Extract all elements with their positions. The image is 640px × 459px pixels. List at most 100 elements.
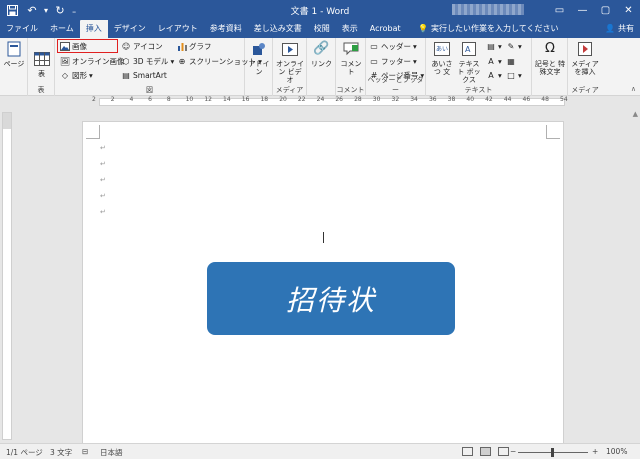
chart-button[interactable]: グラフ xyxy=(177,41,212,52)
read-mode-icon[interactable] xyxy=(462,447,473,456)
scroll-up-icon[interactable]: ▲ xyxy=(633,110,638,118)
online-video-button[interactable]: オンライン ビデオ xyxy=(276,40,304,84)
svg-text:あい: あい xyxy=(436,46,448,53)
screenshot-icon: ⊕ xyxy=(178,57,186,66)
tab-home[interactable]: ホーム xyxy=(44,20,80,38)
language-indicator[interactable]: 日本語 xyxy=(100,447,123,458)
tab-mailings[interactable]: 差し込み文書 xyxy=(248,20,308,38)
tab-layout[interactable]: レイアウト xyxy=(152,20,204,38)
date-time-button[interactable]: ▦ xyxy=(506,56,516,67)
icons-button[interactable]: ☺ アイコン xyxy=(121,41,163,52)
tab-design[interactable]: デザイン xyxy=(108,20,152,38)
links-button[interactable]: 🔗 リンク xyxy=(310,40,333,68)
vertical-scrollbar[interactable] xyxy=(628,108,640,443)
group-links: 🔗 リンク xyxy=(307,38,336,96)
footer-button[interactable]: ▭ フッター ▾ xyxy=(369,56,417,67)
smartart-label: SmartArt xyxy=(133,71,167,80)
3d-models-button[interactable]: ⬡ 3D モデル ▾ xyxy=(121,56,175,67)
group-media-insert: メディア を挿入 メディア xyxy=(568,38,602,96)
smartart-icon: ▤ xyxy=(122,71,130,80)
tab-insert[interactable]: 挿入 xyxy=(79,20,108,38)
tab-file[interactable]: ファイル xyxy=(0,20,44,38)
proofing-icon[interactable]: ⊟ xyxy=(82,447,88,456)
minimize-icon[interactable]: — xyxy=(571,0,594,20)
paragraph-mark: ↵ xyxy=(100,144,106,152)
cube-icon: ⬡ xyxy=(122,57,130,66)
addins-button[interactable]: アドイン xyxy=(248,40,270,76)
icons-label: アイコン xyxy=(133,42,163,51)
insert-media-button[interactable]: メディア を挿入 xyxy=(570,40,600,76)
pages-button[interactable]: ページ xyxy=(3,40,25,68)
header-button[interactable]: ▭ ヘッダー ▾ xyxy=(369,41,417,52)
tab-acrobat[interactable]: Acrobat xyxy=(364,20,407,38)
print-layout-icon[interactable] xyxy=(480,447,491,456)
web-layout-icon[interactable] xyxy=(498,447,509,456)
smartart-button[interactable]: ▤ SmartArt xyxy=(121,70,167,81)
tab-references[interactable]: 参考資料 xyxy=(204,20,248,38)
table-icon xyxy=(33,50,51,68)
zoom-out-icon[interactable]: − xyxy=(510,447,516,456)
collapse-ribbon-icon[interactable]: ∧ xyxy=(631,85,636,93)
paragraph-mark: ↵ xyxy=(100,160,106,168)
ruler-number: 48 xyxy=(541,96,549,103)
ribbon-tabs: ファイル ホーム 挿入 デザイン レイアウト 参考資料 差し込み文書 校閲 表示… xyxy=(0,20,407,38)
pages-icon xyxy=(5,40,23,58)
quick-parts-button[interactable]: ▤ ▾ xyxy=(486,41,502,52)
group-pages: ページ xyxy=(0,38,28,96)
table-label: 表 xyxy=(38,70,45,78)
table-button[interactable]: 表 xyxy=(31,50,52,78)
greeting-button[interactable]: あい あいさつ 文 xyxy=(429,40,455,76)
zoom-level[interactable]: 100% xyxy=(606,447,627,456)
ruler-number: 44 xyxy=(503,96,512,103)
group-media: オンライン ビデオ メディア xyxy=(273,38,307,96)
picture-highlight-box xyxy=(57,39,118,53)
document-page[interactable]: ↵ ↵ ↵ ↵ ↵ 招待状 xyxy=(82,121,564,443)
link-icon: 🔗 xyxy=(313,41,330,56)
account-area[interactable] xyxy=(452,4,524,15)
chart-icon xyxy=(177,42,187,52)
ribbon-display-options-icon[interactable]: ▭ xyxy=(548,0,571,20)
tell-me-box[interactable]: 💡 実行したい作業を入力してください xyxy=(418,23,559,34)
zoom-slider-thumb[interactable] xyxy=(551,448,554,457)
shapes-button[interactable]: ◇ 図形 ▾ xyxy=(60,70,93,81)
ruler-number: 20 xyxy=(279,96,287,103)
ruler-number: 6 xyxy=(148,96,152,103)
table-group-label: 表 xyxy=(37,86,45,94)
comments-group-label: コメント xyxy=(336,86,365,94)
page-count[interactable]: 1/1 ページ xyxy=(6,447,43,458)
wordart-button[interactable]: A ▾ xyxy=(486,56,502,67)
group-header-footer: ▭ ヘッダー ▾ ▭ フッター ▾ # ページ番号 ▾ ヘッダーとフッター xyxy=(366,38,426,96)
online-picture-button[interactable]: 🖼 オンライン画像 xyxy=(60,56,125,67)
signature-icon: ✎ xyxy=(507,42,515,51)
object-button[interactable]: □ ▾ xyxy=(506,70,522,81)
vertical-ruler[interactable] xyxy=(2,112,12,440)
symbols-button[interactable]: Ω 記号と 特殊文字 xyxy=(534,40,566,76)
comment-button[interactable]: コメント xyxy=(338,40,364,76)
greeting-label: あいさつ 文 xyxy=(431,60,453,76)
links-label: リンク xyxy=(311,60,332,68)
online-video-label: オンライン ビデオ xyxy=(276,60,304,84)
ruler-number: 40 xyxy=(466,96,475,103)
comment-icon xyxy=(342,40,360,58)
horizontal-ruler[interactable]: 2 2 4 6 8 10 12 14 16 18 20 22 24 26 28 30 32 34 36 38 40 42 4… xyxy=(0,96,640,108)
tab-view[interactable]: 表示 xyxy=(336,20,364,38)
group-symbols: Ω 記号と 特殊文字 xyxy=(532,38,568,96)
vertical-ruler-margin xyxy=(3,113,11,129)
comment-label: コメント xyxy=(340,60,362,76)
tell-me-placeholder: 実行したい作業を入力してください xyxy=(430,24,559,33)
title-banner-shape[interactable]: 招待状 xyxy=(207,262,455,335)
ribbon: ページ 表 表 画像 🖼 オンライン画像 ◇ 図形 ▾ ☺ アイコン ⬡ 3D … xyxy=(0,38,640,96)
close-icon[interactable]: ✕ xyxy=(617,0,640,20)
zoom-in-icon[interactable]: + xyxy=(592,447,598,456)
textbox-icon: A xyxy=(460,40,478,58)
dropcap-icon: A xyxy=(488,71,494,80)
signature-line-button[interactable]: ✎ ▾ xyxy=(506,41,522,52)
share-label: 共有 xyxy=(618,24,634,33)
maximize-icon[interactable]: ▢ xyxy=(594,0,617,20)
share-button[interactable]: 👤 共有 xyxy=(605,23,634,34)
tab-review[interactable]: 校閲 xyxy=(308,20,336,38)
textbox-button[interactable]: A テキスト ボックス xyxy=(456,40,482,84)
dropcap-button[interactable]: A ▾ xyxy=(486,70,502,81)
word-count[interactable]: 3 文字 xyxy=(50,447,72,458)
chevron-down-icon: ▾ xyxy=(498,57,502,66)
